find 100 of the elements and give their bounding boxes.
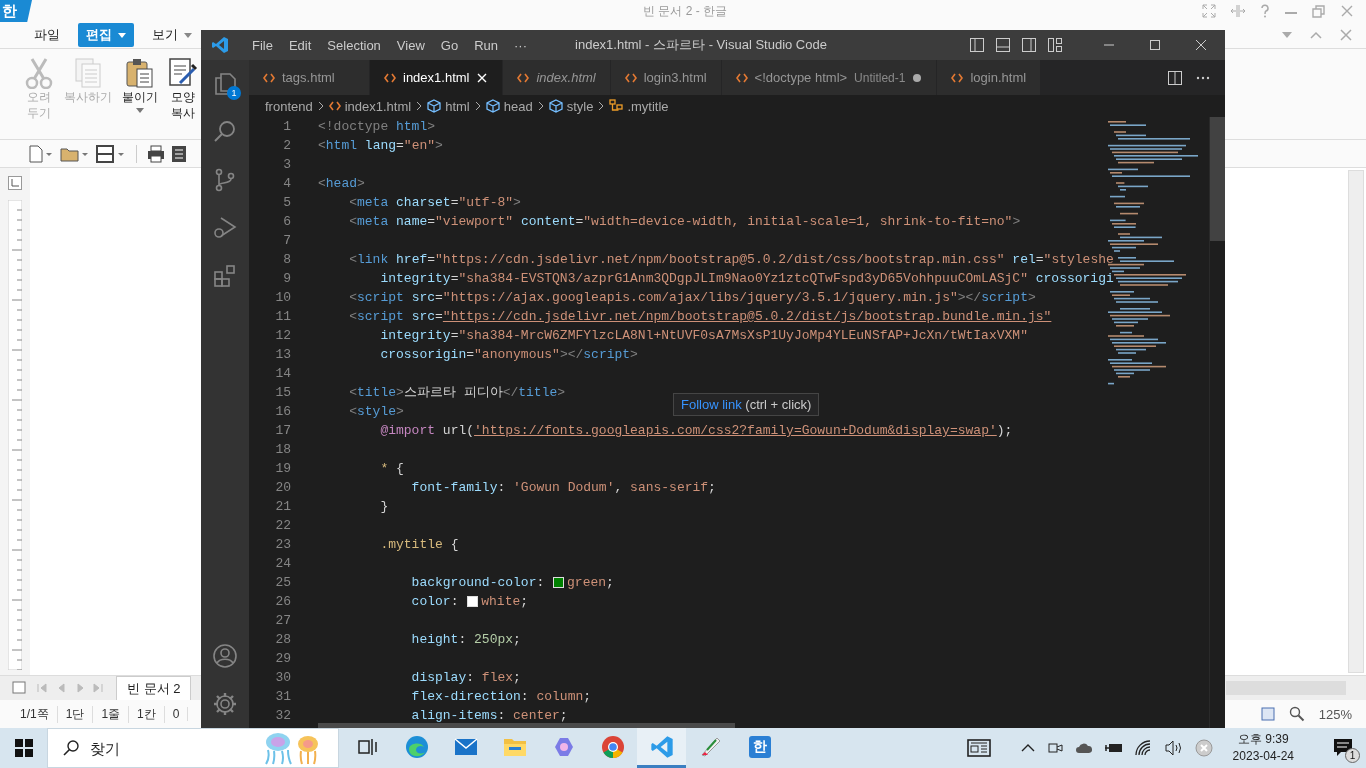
scrollbar[interactable] [1226,681,1346,695]
line-number: 25 [275,574,291,592]
chevron-icon [536,101,545,111]
menu-item[interactable]: File [244,37,281,53]
menu-item[interactable]: Go [432,37,467,53]
line-number: 4 [283,175,291,193]
maximize-icon[interactable] [1149,39,1161,51]
code-brackets-icon [951,72,964,83]
line-number: 28 [275,631,291,649]
run-debug-icon[interactable] [212,215,238,241]
menu-item[interactable]: Edit [280,37,320,53]
line-number: 24 [275,555,291,573]
breadcrumb-label: index1.html [344,98,412,114]
code-line: color: white; [410,593,529,611]
code-editor-icon [649,734,674,759]
code-line: <meta charset="utf-8"> [348,194,521,212]
line-number: 20 [275,479,291,497]
ribbon-button[interactable]: 모양 복사 [168,57,198,139]
code-line: <script src="https://ajax.googleapis.com/ajax/libs/jquery/3.5.1/jquery.min.js"></script> [348,289,1036,307]
code-brackets-icon [263,72,275,83]
code-line: background-color: green; [410,574,614,592]
scrollbar[interactable] [1210,117,1225,241]
editor-tab[interactable]: index1.html [370,60,504,95]
layout-icon[interactable] [1047,37,1063,53]
split-editor-icon[interactable] [1167,69,1183,86]
new-document-icon[interactable] [28,144,54,163]
volume-icon[interactable] [1164,740,1183,756]
code-brackets-icon [384,72,396,83]
scrollbar[interactable] [1348,170,1364,673]
view-icon[interactable] [1260,707,1275,721]
document-tab[interactable]: 빈 문서 2 [116,675,192,701]
close-icon[interactable] [1195,39,1207,51]
line-number: 7 [283,232,291,250]
menu-item[interactable]: View [388,37,433,53]
help-icon[interactable] [1260,4,1270,18]
line-number: 14 [275,365,291,383]
search-field[interactable]: 찾기 [90,739,190,757]
print-icon[interactable] [147,144,165,163]
panel-toggle-icon[interactable] [995,37,1011,53]
code-brackets-icon [328,101,341,111]
taskbar-app[interactable]: 한 [735,728,784,768]
app-logo: 한 [0,0,32,22]
editor-tab[interactable]: login.html [937,60,1042,95]
window-title: index1.html - 스파르타 - Visual Studio Code [574,36,828,54]
menu-item[interactable]: Run [466,37,506,53]
menu-tab[interactable]: 파일 [26,23,68,47]
code-brackets-icon [624,72,637,83]
collapse-icon[interactable] [1310,31,1322,39]
wifi-icon[interactable] [1134,740,1153,756]
code-line: height: 250px; [410,631,521,649]
code-line: <style> [348,403,404,421]
account-icon[interactable] [212,643,238,669]
breadcrumb-label: frontend [265,98,313,114]
clock[interactable]: 오후 9:39 2023-04-24 [1232,731,1294,765]
cube-icon [485,99,500,113]
tooltip: Follow link (ctrl + click) [673,393,820,416]
ribbon-button[interactable]: 붙이기 [122,57,158,139]
sidebar-toggle-icon[interactable] [969,37,985,53]
news-icon[interactable] [966,739,991,757]
save-icon[interactable] [96,144,126,163]
line-number: 3 [283,156,291,174]
line-number: 17 [275,422,291,440]
scrollbar[interactable] [318,723,735,728]
editor-tab[interactable]: <!doctype html> Untitled-1 [721,60,938,95]
windows-start-icon[interactable] [15,739,33,757]
document-icon[interactable] [171,144,187,163]
dropdown-icon[interactable] [1282,32,1292,38]
sidebar-toggle-icon[interactable] [1021,37,1037,53]
menu-item[interactable]: ··· [506,37,535,53]
close-circle-icon[interactable] [1194,739,1213,757]
code-brackets-icon [517,72,530,83]
camera-icon[interactable] [1046,740,1063,756]
editor-tab[interactable]: login3.html [610,60,722,95]
modified-dot-icon[interactable] [912,72,923,83]
restore-icon[interactable] [1312,4,1326,18]
code-line: @import url('https://fonts.googleapis.com/css2?family=Gowun+Dodum&display=swap'); [379,422,1013,440]
menu-tab[interactable]: 편집 [78,23,134,47]
line-number: 31 [275,688,291,706]
taskbar-app[interactable] [637,728,686,768]
editor-tab[interactable]: index.html [503,60,611,95]
line-number: 22 [275,517,291,535]
line-number: 16 [275,403,291,421]
files-icon[interactable] [212,71,238,97]
fullscreen-icon[interactable] [1202,4,1216,18]
cloud-icon[interactable] [1074,741,1093,755]
menu-item[interactable]: Selection [319,37,389,53]
ruler-corner-icon [8,176,22,190]
settings-icon[interactable] [212,691,238,717]
extensions-icon[interactable] [212,263,238,289]
breadcrumb-label: head [503,98,533,114]
page-icon[interactable] [12,681,26,695]
split-icon[interactable] [1230,4,1246,18]
zoom-icon[interactable] [1288,706,1305,722]
battery-icon[interactable] [1104,741,1123,755]
code-line: font-family: 'Gowun Dodum', sans-serif; [410,479,716,497]
line-number: 18 [275,441,291,459]
chevron-up-icon[interactable] [1020,743,1035,753]
menu-tab[interactable]: 보기 [144,23,200,47]
editor-tab[interactable]: tags.html [249,60,370,95]
tab-description: Untitled-1 [854,70,906,85]
